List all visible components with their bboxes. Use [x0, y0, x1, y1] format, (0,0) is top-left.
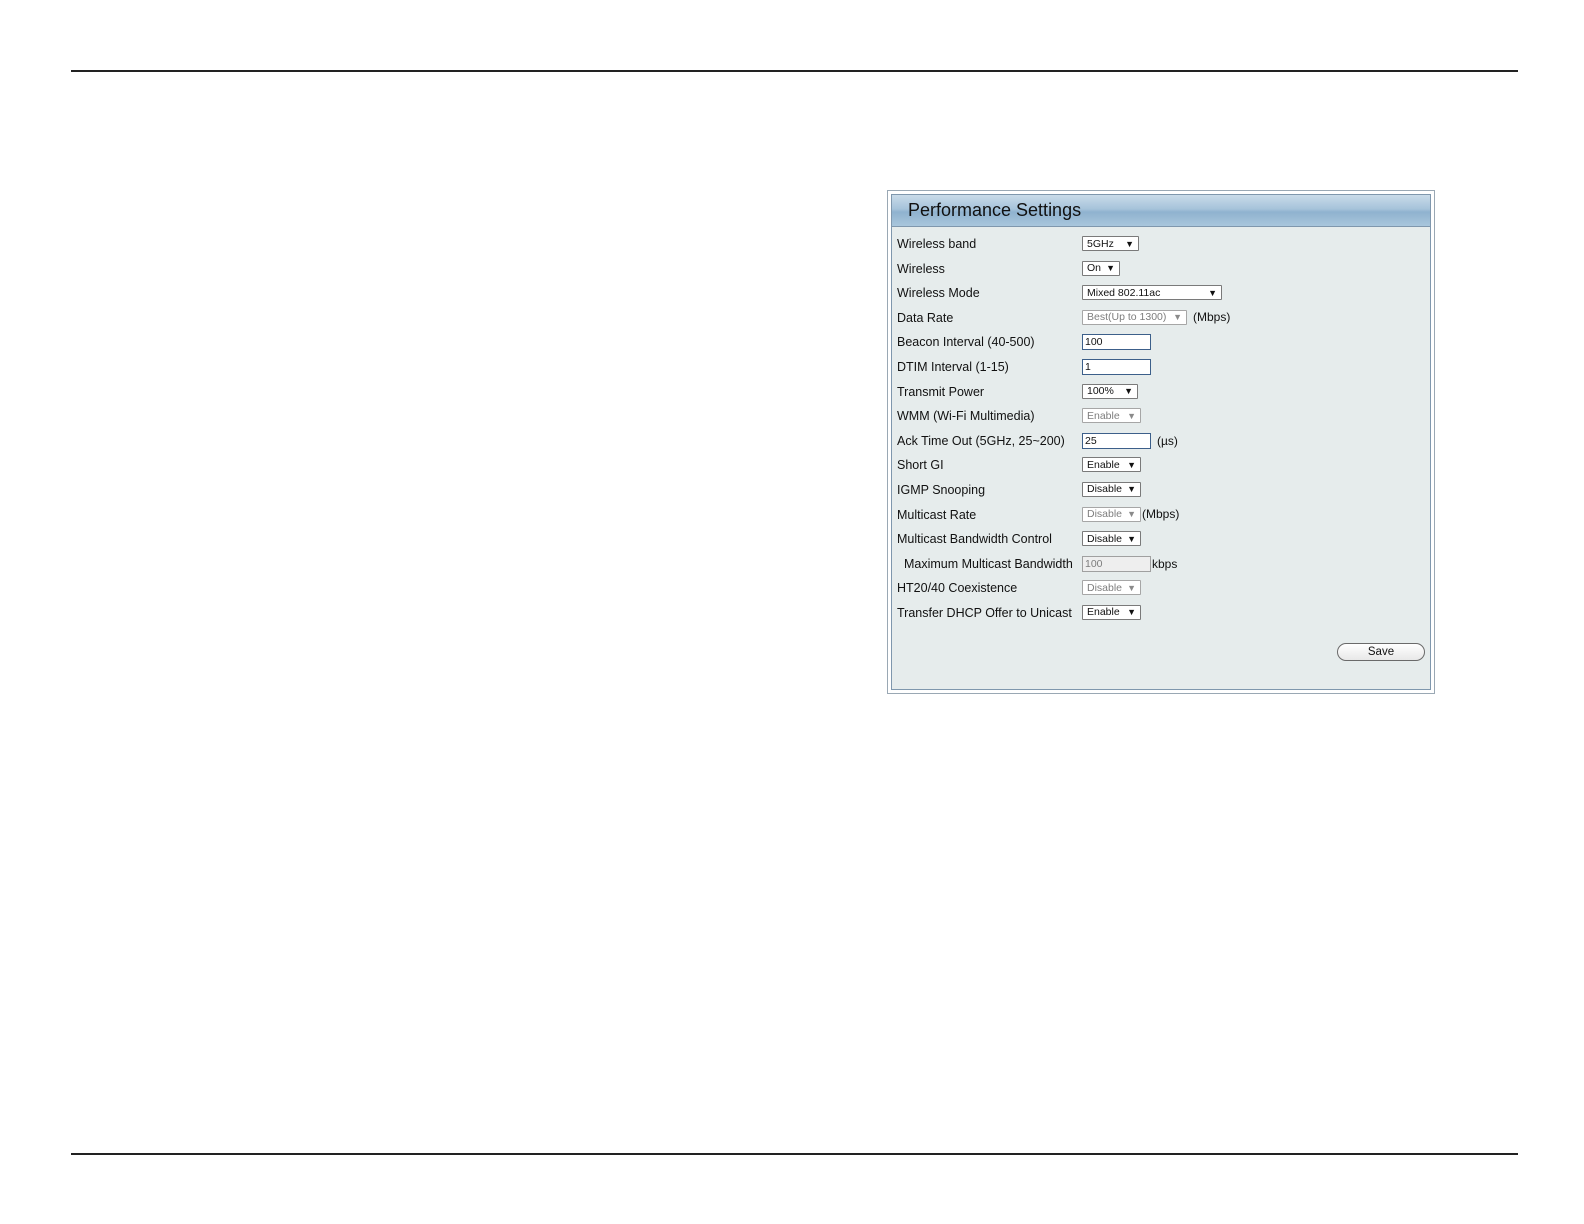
save-button[interactable]: Save	[1337, 643, 1425, 661]
multicast-rate-unit: (Mbps)	[1142, 507, 1180, 522]
chevron-down-icon: ▼	[1106, 263, 1115, 274]
igmp-snooping-select[interactable]: Disable ▼	[1082, 481, 1141, 497]
row-transmit-power: Transmit Power 100% ▼	[897, 381, 1425, 406]
multicast-bw-control-select[interactable]: Disable ▼	[1082, 531, 1141, 547]
igmp-snooping-label: IGMP Snooping	[897, 482, 986, 497]
multicast-rate-value: Disable	[1087, 508, 1123, 521]
row-short-gi: Short GI Enable ▼	[897, 454, 1425, 479]
dtim-interval-input[interactable]: 1	[1082, 358, 1151, 375]
multicast-rate-label: Multicast Rate	[897, 507, 977, 522]
ht2040-coexistence-value: Disable	[1087, 581, 1123, 594]
row-beacon-interval: Beacon Interval (40-500) 100	[897, 331, 1425, 356]
data-rate-select: Best(Up to 1300) ▼	[1082, 309, 1187, 325]
row-igmp-snooping: IGMP Snooping Disable ▼	[897, 479, 1425, 504]
data-rate-label: Data Rate	[897, 310, 954, 325]
bottom-divider	[71, 1153, 1518, 1155]
chevron-down-icon: ▼	[1125, 238, 1134, 249]
chevron-down-icon: ▼	[1124, 386, 1133, 397]
panel-title: Performance Settings	[892, 195, 1430, 227]
wireless-mode-select[interactable]: Mixed 802.11ac ▼	[1082, 285, 1222, 301]
chevron-down-icon: ▼	[1127, 582, 1136, 593]
short-gi-label: Short GI	[897, 458, 944, 473]
multicast-rate-select: Disable ▼	[1082, 506, 1141, 522]
row-dtim-interval: DTIM Interval (1-15) 1	[897, 356, 1425, 381]
ht2040-coexistence-select: Disable ▼	[1082, 580, 1141, 596]
row-multicast-rate: Multicast Rate Disable ▼ (Mbps)	[897, 504, 1425, 529]
wireless-select[interactable]: On ▼	[1082, 260, 1120, 276]
wireless-value: On	[1087, 262, 1102, 275]
row-wireless: Wireless On ▼	[897, 258, 1425, 283]
row-wireless-band: Wireless band 5GHz ▼	[897, 233, 1425, 258]
transmit-power-label: Transmit Power	[897, 384, 985, 399]
max-multicast-bw-label: Maximum Multicast Bandwidth	[904, 556, 1073, 571]
settings-form: Wireless band 5GHz ▼ Wireless On ▼ Wirel…	[897, 233, 1425, 627]
row-ht2040-coexistence: HT20/40 Coexistence Disable ▼	[897, 577, 1425, 602]
chevron-down-icon: ▼	[1127, 459, 1136, 470]
wireless-mode-value: Mixed 802.11ac	[1087, 286, 1161, 299]
chevron-down-icon: ▼	[1127, 607, 1136, 618]
wireless-band-value: 5GHz	[1087, 237, 1114, 250]
chevron-down-icon: ▼	[1173, 312, 1182, 323]
igmp-snooping-value: Disable	[1087, 483, 1123, 496]
max-multicast-bw-input: 100	[1082, 555, 1151, 572]
dtim-interval-label: DTIM Interval (1-15)	[897, 359, 1009, 374]
chevron-down-icon: ▼	[1127, 484, 1136, 495]
beacon-interval-label: Beacon Interval (40-500)	[897, 335, 1035, 350]
wmm-value: Enable	[1087, 409, 1120, 422]
ack-timeout-label: Ack Time Out (5GHz, 25~200)	[897, 433, 1065, 448]
dhcp-offer-unicast-select[interactable]: Enable ▼	[1082, 604, 1141, 620]
data-rate-unit: (Mbps)	[1193, 310, 1231, 325]
manual-page: Performance Settings Wireless band 5GHz …	[0, 0, 1584, 1224]
dhcp-offer-unicast-value: Enable	[1087, 606, 1120, 619]
row-multicast-bw-control: Multicast Bandwidth Control Disable ▼	[897, 528, 1425, 553]
wireless-band-select[interactable]: 5GHz ▼	[1082, 236, 1139, 251]
max-multicast-bw-unit: kbps	[1152, 556, 1178, 571]
row-data-rate: Data Rate Best(Up to 1300) ▼ (Mbps)	[897, 307, 1425, 332]
top-divider	[71, 70, 1518, 72]
transmit-power-value: 100%	[1087, 385, 1114, 398]
wireless-label: Wireless	[897, 261, 945, 276]
chevron-down-icon: ▼	[1127, 533, 1136, 544]
row-wireless-mode: Wireless Mode Mixed 802.11ac ▼	[897, 282, 1425, 307]
row-dhcp-offer-unicast: Transfer DHCP Offer to Unicast Enable ▼	[897, 602, 1425, 627]
row-wmm: WMM (Wi-Fi Multimedia) Enable ▼	[897, 405, 1425, 430]
wmm-select: Enable ▼	[1082, 408, 1141, 424]
data-rate-value: Best(Up to 1300)	[1087, 311, 1167, 324]
ht2040-coexistence-label: HT20/40 Coexistence	[897, 581, 1018, 596]
ack-timeout-unit: (µs)	[1157, 433, 1178, 448]
short-gi-value: Enable	[1087, 458, 1120, 471]
wireless-band-label: Wireless band	[897, 237, 977, 251]
ack-timeout-input[interactable]: 25	[1082, 432, 1151, 449]
transmit-power-select[interactable]: 100% ▼	[1082, 383, 1138, 399]
wmm-label: WMM (Wi-Fi Multimedia)	[897, 409, 1035, 424]
multicast-bw-control-value: Disable	[1087, 532, 1123, 545]
row-max-multicast-bw: Maximum Multicast Bandwidth 100 kbps	[897, 553, 1425, 578]
wireless-mode-label: Wireless Mode	[897, 286, 980, 301]
dhcp-offer-unicast-label: Transfer DHCP Offer to Unicast	[897, 605, 1072, 620]
beacon-interval-input[interactable]: 100	[1082, 334, 1151, 351]
chevron-down-icon: ▼	[1208, 287, 1217, 298]
short-gi-select[interactable]: Enable ▼	[1082, 457, 1141, 473]
chevron-down-icon: ▼	[1127, 509, 1136, 520]
multicast-bw-control-label: Multicast Bandwidth Control	[897, 532, 1052, 547]
chevron-down-icon: ▼	[1127, 410, 1136, 421]
performance-settings-panel: Performance Settings Wireless band 5GHz …	[887, 190, 1435, 694]
row-ack-timeout: Ack Time Out (5GHz, 25~200) 25 (µs)	[897, 430, 1425, 455]
panel-body: Performance Settings Wireless band 5GHz …	[891, 194, 1431, 690]
